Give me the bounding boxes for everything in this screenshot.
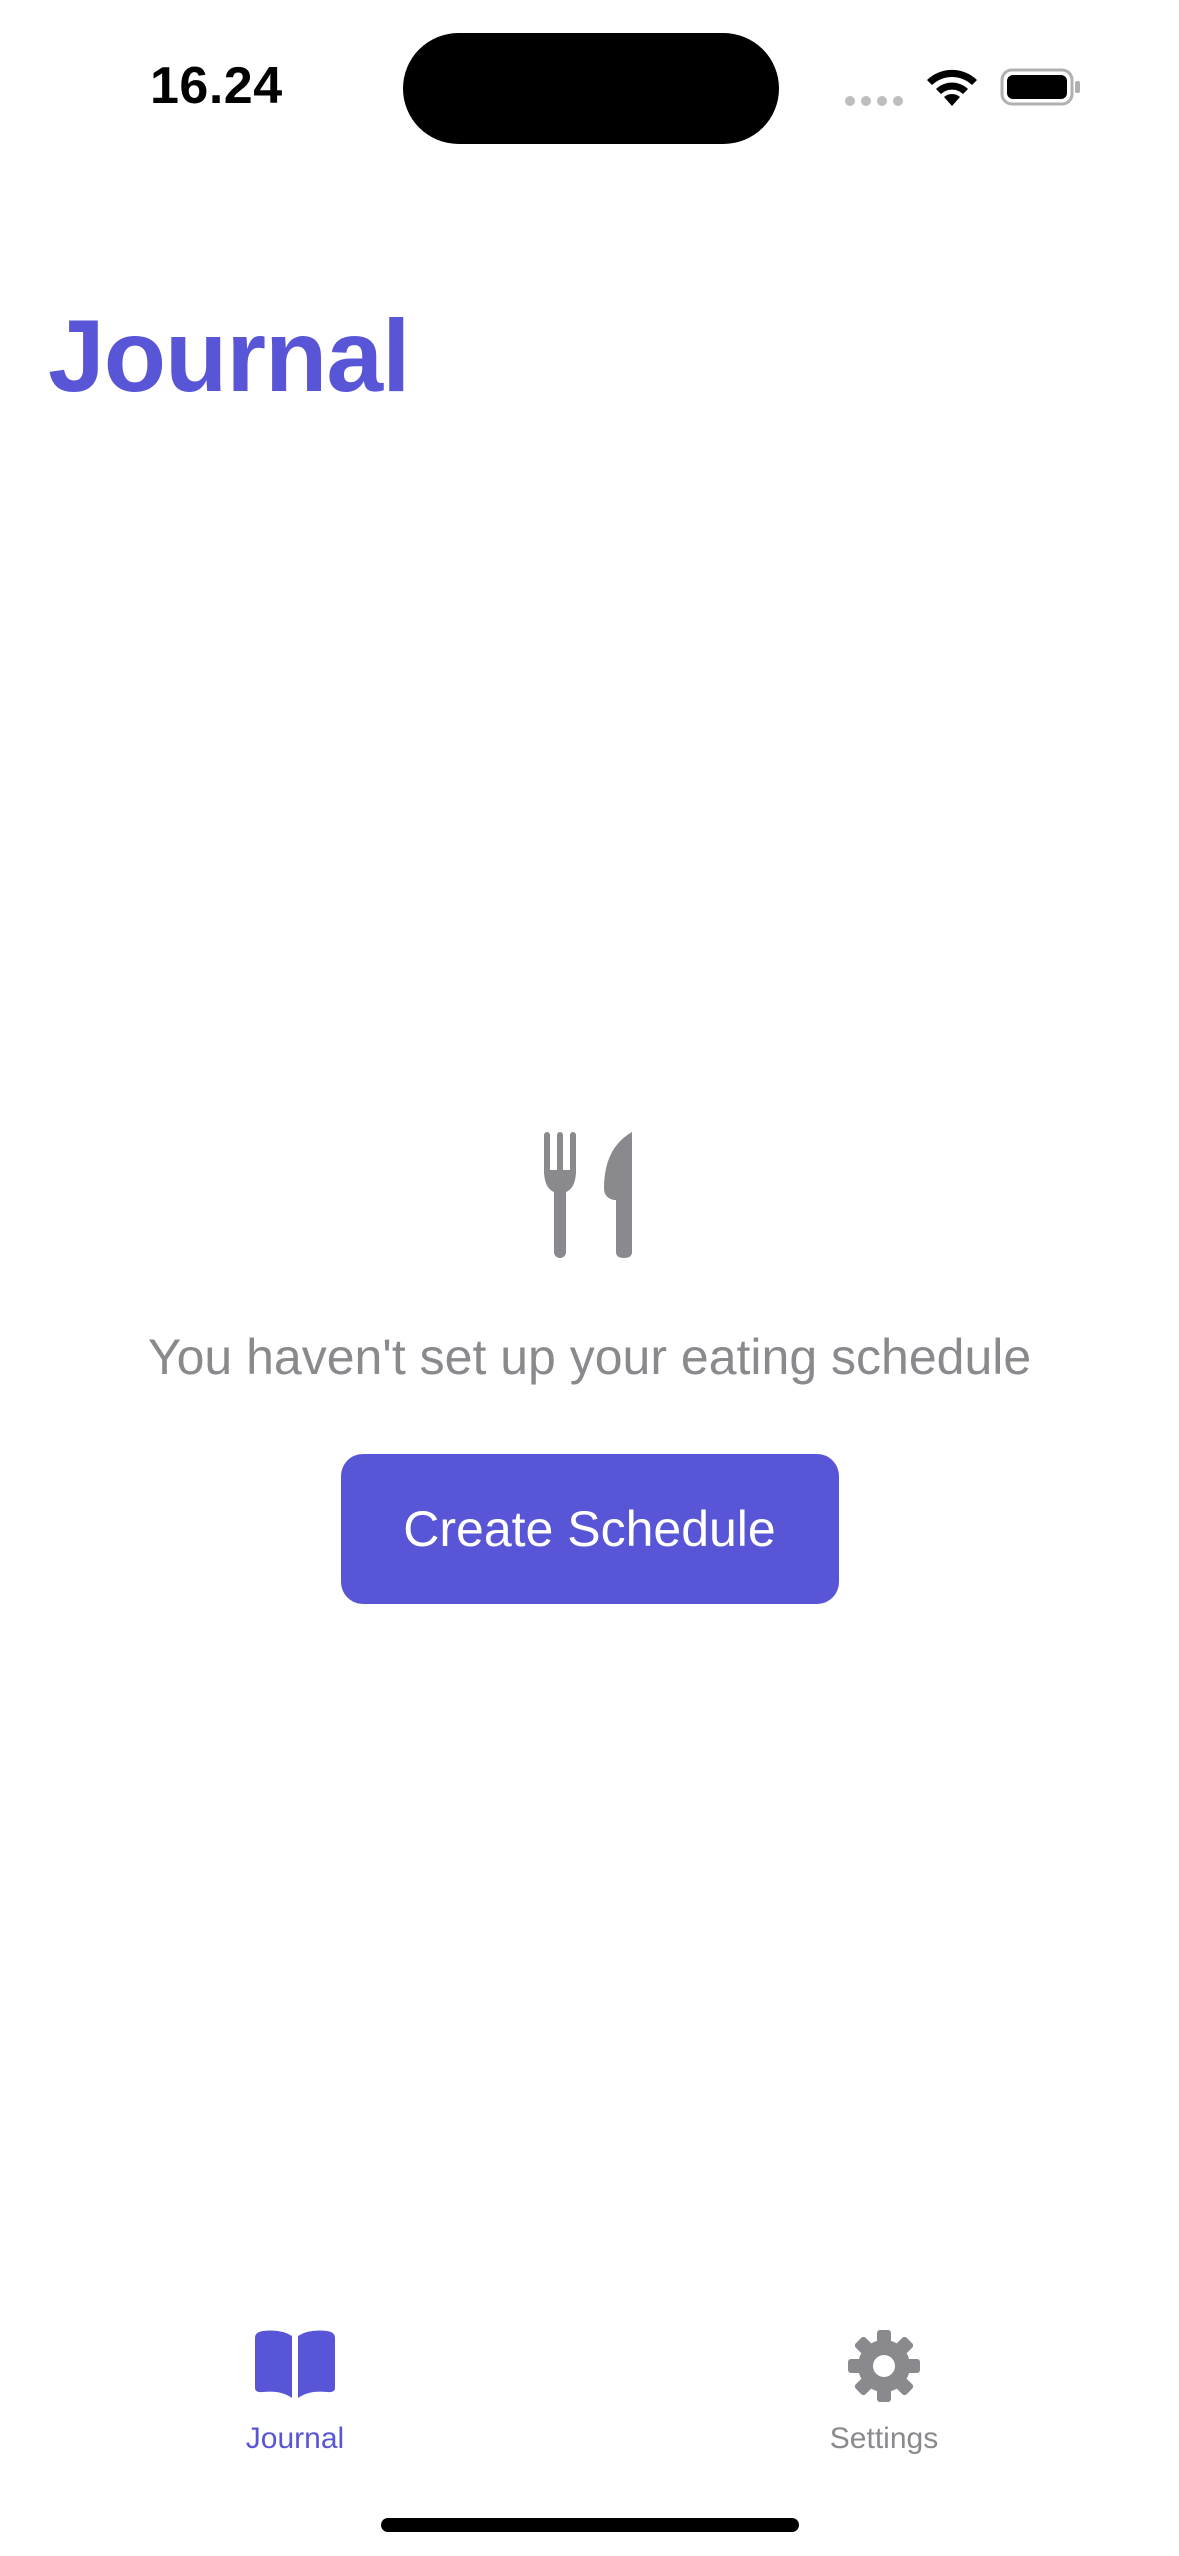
create-schedule-button[interactable]: Create Schedule — [340, 1454, 839, 1604]
fork-knife-icon — [543, 1132, 632, 1258]
dynamic-island — [403, 33, 779, 144]
wifi-icon — [927, 69, 977, 106]
book-icon — [255, 2330, 335, 2398]
status-bar: 16.24 — [0, 0, 1179, 180]
gear-icon — [848, 2330, 920, 2402]
tab-settings[interactable]: Settings — [734, 2328, 1034, 2456]
home-indicator[interactable] — [381, 2518, 799, 2532]
page-title: Journal — [48, 299, 410, 413]
cellular-signal-icon — [845, 96, 903, 106]
tab-label: Journal — [245, 2422, 345, 2455]
empty-state-message: You haven't set up your eating schedule — [147, 1329, 1032, 1385]
battery-icon — [1000, 68, 1080, 106]
tab-label: Settings — [829, 2422, 939, 2455]
empty-state: You haven't set up your eating schedule … — [0, 1130, 1179, 1604]
tab-journal[interactable]: Journal — [145, 2328, 445, 2456]
status-time: 16.24 — [150, 57, 283, 115]
